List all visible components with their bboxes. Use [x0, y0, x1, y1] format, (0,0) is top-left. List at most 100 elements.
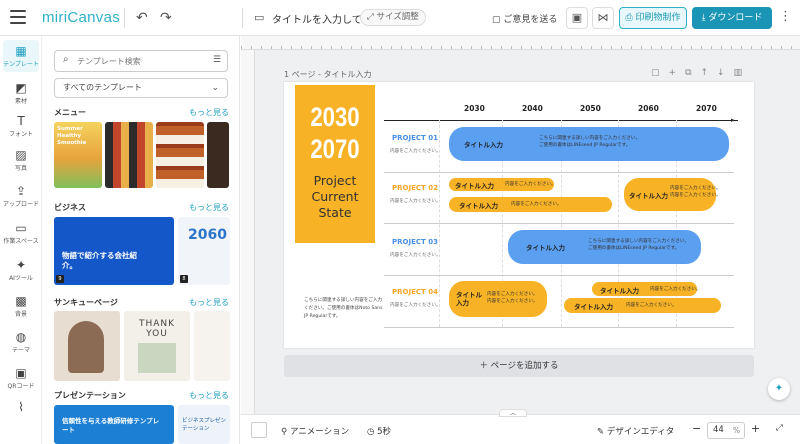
- trash-icon[interactable]: ▥: [734, 68, 752, 78]
- template-thumbnail[interactable]: [194, 311, 230, 381]
- undo-icon[interactable]: ↶: [136, 9, 148, 27]
- page-count-badge: 8: [180, 275, 188, 283]
- filter-icon[interactable]: ☰: [213, 55, 221, 65]
- duration-button[interactable]: ◷ 5秒: [367, 425, 391, 437]
- year-end: 2070: [310, 134, 360, 164]
- ai-assistant-button[interactable]: ✦: [768, 378, 790, 400]
- timeline-year: 2040: [522, 104, 543, 113]
- template-icon: ▦: [15, 44, 27, 58]
- timeline-bar[interactable]: タイトル 入力 内容をご入力ください。 内容をご入力ください。: [449, 281, 547, 317]
- rail-label: フォント: [8, 131, 33, 138]
- rail-item-template[interactable]: ▦ テンプレート: [3, 40, 39, 72]
- timeline-bar[interactable]: タイトル入力 こちらに関連する詳しい内容をご入力ください。 ご使用の書体はLIN…: [449, 127, 729, 161]
- rail-label: テーマ: [11, 347, 30, 354]
- template-thumbnail[interactable]: 信頼性を与える教師研修テンプレート: [54, 405, 174, 444]
- rail-item-font[interactable]: T フォント: [0, 114, 42, 138]
- rail-item-ai-tools[interactable]: ✦ AIツール: [0, 258, 42, 282]
- more-link[interactable]: もっと見る: [189, 297, 229, 308]
- template-thumbnail[interactable]: THANK YOU: [124, 311, 190, 381]
- thumbnail-photo: [138, 343, 176, 373]
- more-link[interactable]: もっと見る: [189, 390, 229, 401]
- subtitle-text: Project Current State: [311, 173, 359, 220]
- feedback-button[interactable]: ▢ ご意見を送る: [492, 12, 557, 25]
- design-editor-button[interactable]: ✎ デザインエディタ: [597, 425, 674, 437]
- expand-handle-icon[interactable]: ︿: [499, 409, 527, 417]
- rail-label: 背景: [14, 311, 27, 318]
- canvas-area[interactable]: 1 ページ - タイトル入力 ▢+⧉↑↓▥ 2030 2070 Project …: [241, 36, 800, 414]
- move-up-icon[interactable]: ↑: [701, 68, 718, 78]
- template-thumbnail[interactable]: 物語で紹介する会社紹介。 9: [54, 217, 174, 285]
- folder-icon[interactable]: ▭: [254, 9, 264, 27]
- download-button[interactable]: ⤓ ダウンロード: [692, 7, 772, 29]
- rail-item-background[interactable]: ▩ 背景: [0, 294, 42, 318]
- rail-item-photo[interactable]: ▨ 写真: [0, 148, 42, 172]
- template-thumbnail[interactable]: ビジネスプレゼンテーション: [178, 405, 230, 444]
- save-icon[interactable]: ▣: [566, 7, 588, 29]
- share-icon[interactable]: ⋈: [592, 7, 614, 29]
- document-title[interactable]: タイトルを入力して...: [272, 11, 371, 26]
- bar-title: タイトル入力: [526, 244, 565, 252]
- more-link[interactable]: もっと見る: [189, 202, 229, 213]
- page-title[interactable]: 1 ページ - タイトル入力: [284, 69, 371, 80]
- row-divider: [384, 172, 734, 173]
- upload-icon: ⇪: [15, 184, 27, 198]
- animation-button[interactable]: ⚲ アニメーション: [281, 425, 349, 437]
- section-title: サンキューページ: [54, 298, 118, 307]
- zoom-input[interactable]: 44%: [707, 422, 745, 439]
- more-link[interactable]: もっと見る: [189, 107, 229, 118]
- fit-screen-icon[interactable]: ⤢: [776, 423, 783, 433]
- template-category-select[interactable]: すべてのテンプレート ⌄: [54, 78, 228, 98]
- page-thumbnail-toggle[interactable]: [251, 422, 267, 438]
- zoom-unit: %: [732, 426, 740, 435]
- feedback-label: ご意見を送る: [503, 15, 558, 25]
- footnote-text: こちらに関連する詳しい内容をご入力ください。ご使用の書体はNoto Sans J…: [304, 298, 383, 319]
- template-search[interactable]: ⌕ ☰: [54, 50, 228, 72]
- duplicate-icon[interactable]: ⧉: [685, 68, 700, 78]
- design-page[interactable]: 2030 2070 Project Current State ▸ 2030 2…: [284, 82, 754, 348]
- bottom-toolbar: ︿ ⚲ アニメーション ◷ 5秒 ✎ デザインエディタ − 44% + ⤢: [241, 409, 800, 444]
- search-input[interactable]: [77, 54, 205, 68]
- timeline-bar[interactable]: タイトル入力 内容をご入力ください。: [564, 298, 721, 313]
- rail-label: テンプレート: [3, 61, 39, 68]
- template-thumbnail[interactable]: [54, 311, 120, 381]
- rail-item-upload[interactable]: ⇪ アップロード: [0, 184, 42, 208]
- row-divider: [384, 275, 734, 276]
- add-page-button[interactable]: ＋ ページを追加する: [284, 355, 754, 377]
- add-page-icon[interactable]: +: [669, 68, 686, 78]
- rail-item-chart[interactable]: ⌇: [0, 400, 42, 414]
- template-thumbnail[interactable]: [156, 122, 204, 188]
- rail-label: 写真: [14, 165, 27, 172]
- rail-item-workspace[interactable]: ▭ 作業スペース: [0, 221, 42, 245]
- redo-icon[interactable]: ↷: [160, 9, 172, 27]
- rail-label: アップロード: [2, 201, 39, 208]
- timeline-bar[interactable]: タイトル入力 内容をご入力ください。: [449, 178, 556, 191]
- title-block[interactable]: 2030 2070 Project Current State: [295, 85, 375, 243]
- zoom-in-icon[interactable]: +: [751, 422, 760, 435]
- template-thumbnail[interactable]: [105, 122, 153, 188]
- rail-item-elements[interactable]: ◩ 素材: [0, 81, 42, 105]
- resize-button[interactable]: ⤢ サイズ調整: [360, 9, 426, 26]
- thumbnail-text: 信頼性を与える教師研修テンプレート: [62, 417, 160, 434]
- timeline-bar[interactable]: タイトル入力 こちらに関連する詳しい内容をご入力ください。 ご使用の書体はLIN…: [508, 230, 701, 264]
- timeline-bar[interactable]: タイトル入力 内容をご入力ください。: [449, 197, 612, 212]
- timeline-bar[interactable]: タイトル入力 内容をご入力ください。 内容をご入力ください。: [624, 178, 721, 211]
- rail-item-theme[interactable]: ◍ テーマ: [0, 330, 42, 354]
- template-thumbnail[interactable]: Summer Healthy Smoothie: [54, 122, 102, 188]
- rail-item-qr-code[interactable]: ▣ QRコード: [0, 366, 42, 390]
- bar-title: タイトル入力: [464, 141, 503, 149]
- print-order-button[interactable]: ⎙ 印刷物制作: [619, 7, 687, 29]
- thumbnail-text: Summer Healthy Smoothie: [57, 126, 87, 146]
- template-thumbnail[interactable]: 2060 CONFERENCE 8: [178, 217, 230, 285]
- move-down-icon[interactable]: ↓: [717, 68, 734, 78]
- timeline-bar[interactable]: タイトル入力 内容をご入力ください。: [592, 282, 701, 296]
- more-options-icon[interactable]: ⋮: [779, 9, 792, 24]
- page-icon[interactable]: ▢: [651, 68, 669, 78]
- chart-icon: ⌇: [18, 400, 24, 414]
- resize-label: サイズ調整: [376, 12, 419, 22]
- app-logo[interactable]: miriCanvas: [42, 9, 120, 26]
- template-thumbnail[interactable]: [207, 122, 229, 188]
- title-subtitle: Project Current State: [295, 173, 375, 221]
- zoom-out-icon[interactable]: −: [692, 422, 701, 435]
- hamburger-menu-icon[interactable]: [10, 10, 26, 24]
- thumbnail-text: 物語で紹介する会社紹介。: [62, 251, 137, 270]
